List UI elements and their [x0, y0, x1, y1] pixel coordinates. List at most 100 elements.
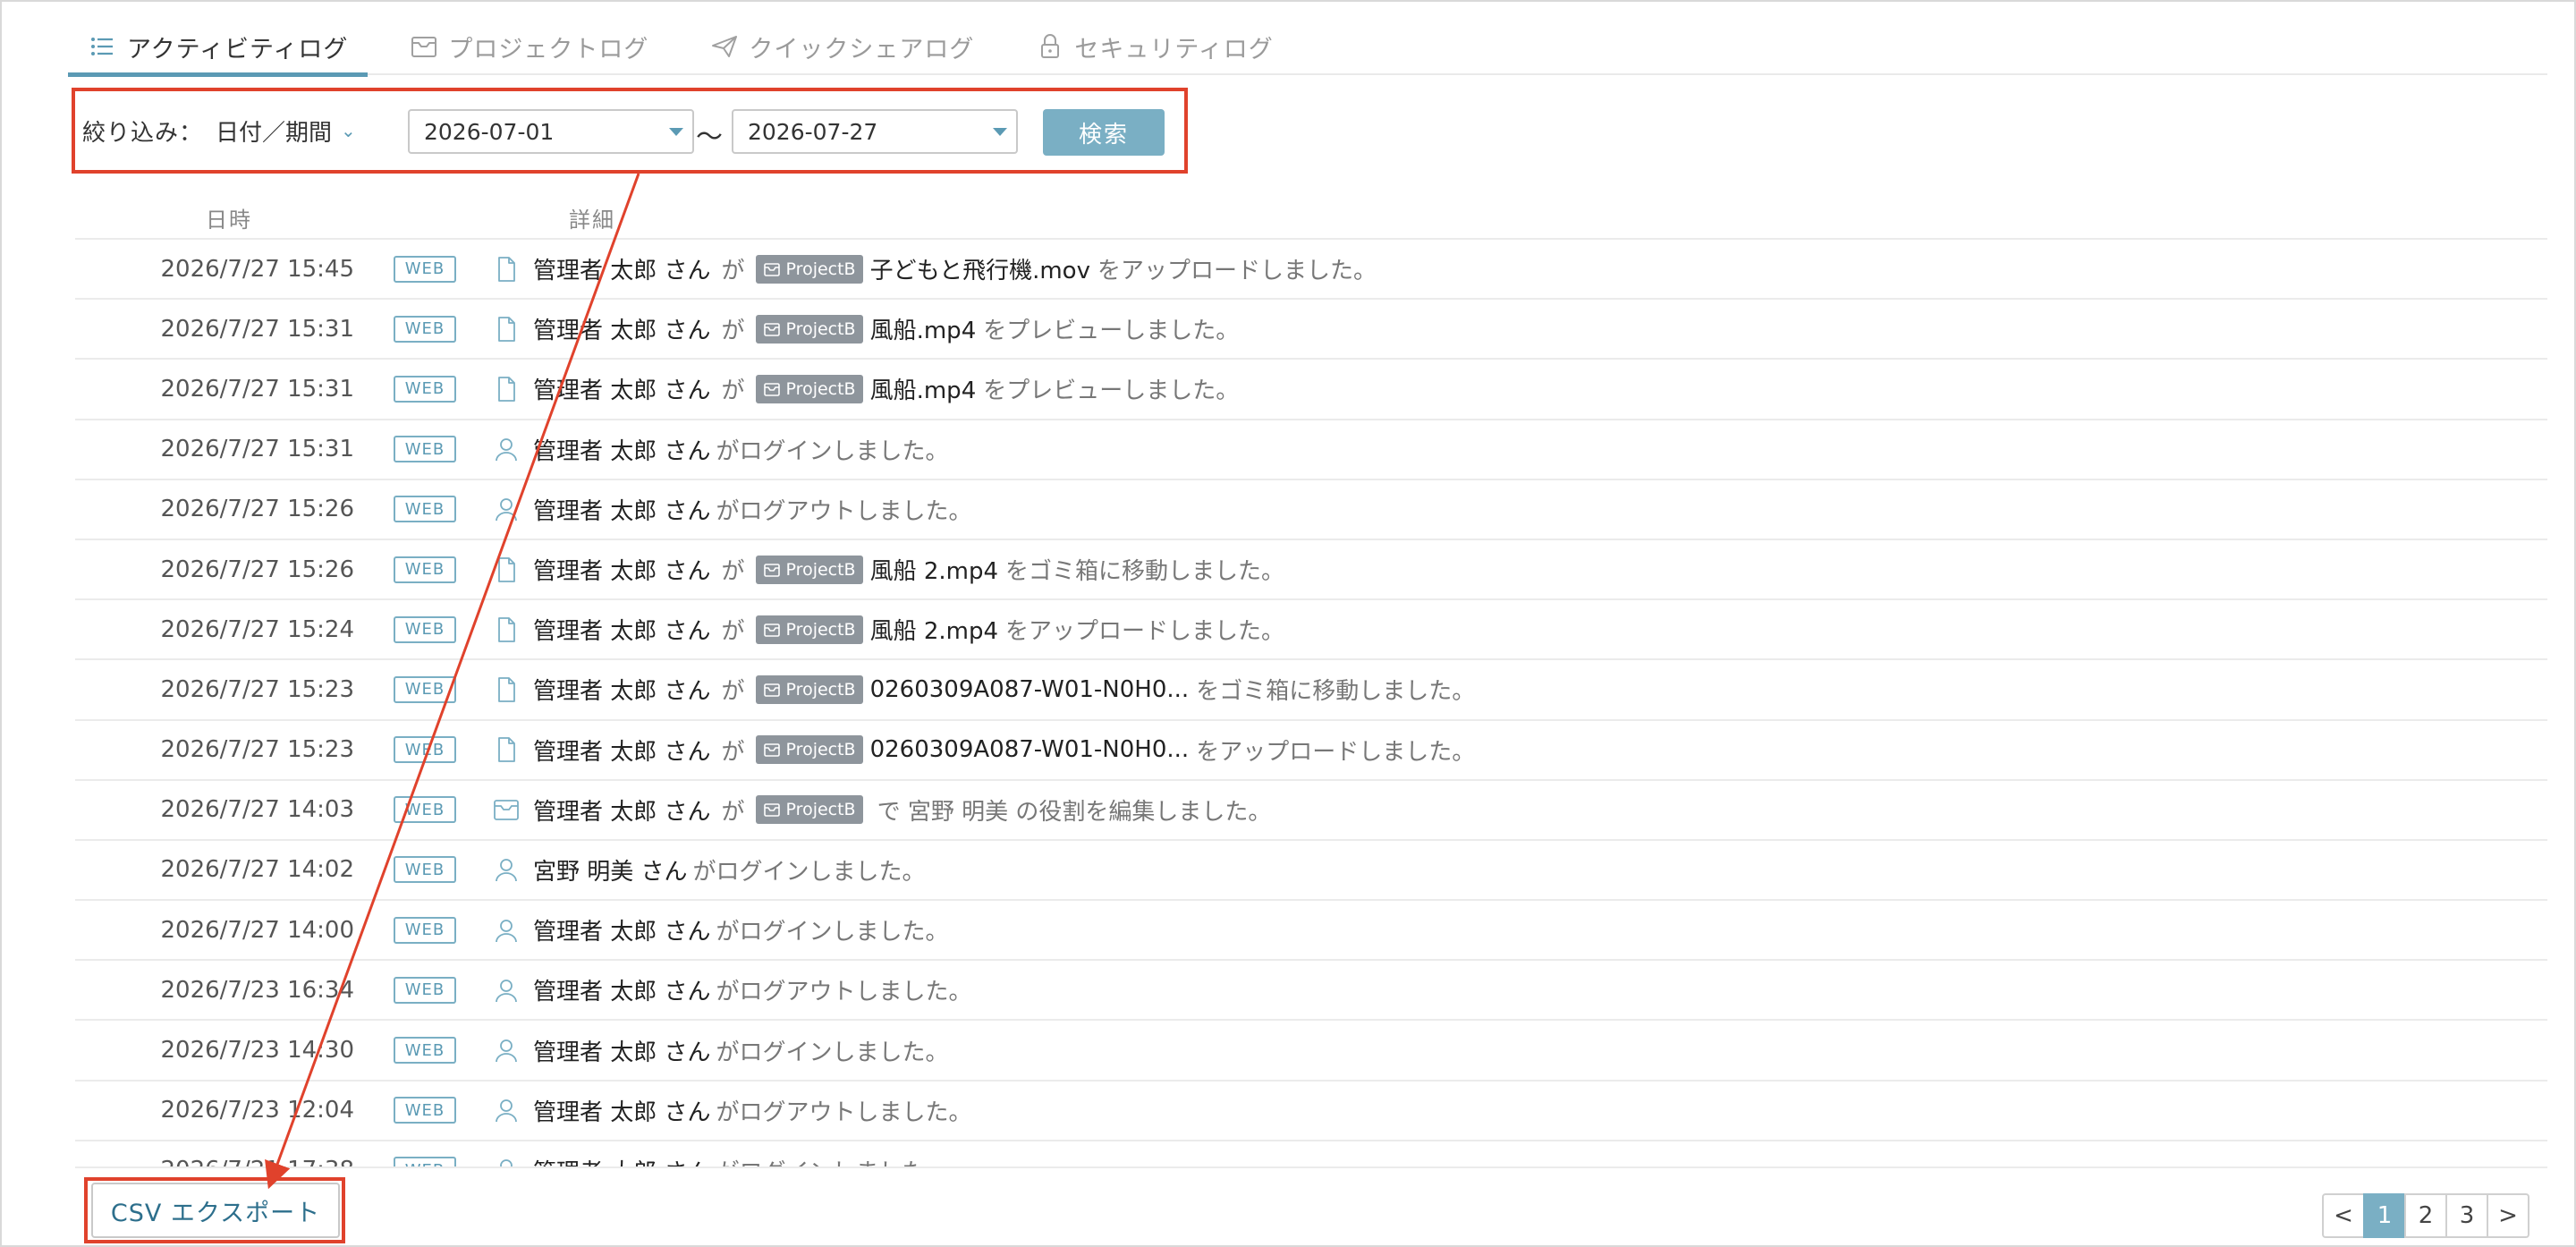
row-datetime: 2026/7/27 14:00 [160, 916, 354, 944]
row-action: をゴミ箱に移動しました。 [1196, 678, 1476, 706]
file-icon [492, 615, 521, 644]
row-particle: が [721, 798, 745, 826]
file-icon [492, 675, 521, 704]
user-icon [492, 435, 521, 463]
project-icon [492, 795, 521, 824]
pagination-page-3[interactable]: 3 [2445, 1193, 2488, 1238]
table-row: 2026/7/27 14:00 WEB 管理者 太郎 さん がログインしました。 [75, 899, 2547, 959]
table-row: 2026/7/27 15:31 WEB 管理者 太郎 さんが ProjectB 風船.m… [75, 358, 2547, 418]
row-file-name: 0260309A087-W01-N0H0... [869, 675, 1190, 703]
row-datetime: 2026/7/27 15:31 [160, 375, 354, 403]
row-detail: 管理者 太郎 さんが ProjectB 風船 2.mp4 をゴミ箱に移動しました。 [533, 553, 1284, 586]
pagination-next[interactable]: > [2487, 1193, 2529, 1238]
project-badge: ProjectB [755, 555, 863, 584]
row-particle: が [721, 377, 745, 405]
source-badge: WEB [394, 675, 456, 703]
annotation-box-filter [72, 88, 1188, 174]
user-icon [492, 916, 521, 945]
table-row: 2026/7/23 16:34 WEB 管理者 太郎 さん がログアウトしました。 [75, 959, 2547, 1019]
row-user: 管理者 太郎 さん [533, 979, 711, 1006]
project-badge-label: ProjectB [785, 259, 856, 279]
row-user: 管理者 太郎 さん [533, 738, 711, 766]
row-detail: 管理者 太郎 さん がログアウトしました。 [533, 1094, 972, 1127]
column-header-detail: 詳細 [569, 208, 615, 233]
row-particle: が [721, 618, 745, 646]
row-detail: 管理者 太郎 さん がログアウトしました。 [533, 973, 972, 1006]
row-particle: が [721, 558, 745, 586]
tab-label: プロジェクトログ [448, 35, 649, 64]
row-file-name: 風船 2.mp4 [869, 558, 999, 586]
row-detail: 管理者 太郎 さんがログインしました。 [533, 433, 949, 466]
row-user: 管理者 太郎 さん [533, 919, 711, 946]
project-icon [763, 262, 780, 276]
row-datetime: 2026/7/23 16:34 [160, 976, 354, 1004]
source-badge: WEB [394, 916, 456, 944]
source-badge: WEB [394, 496, 456, 523]
row-user: 管理者 太郎 さん [533, 1039, 711, 1066]
send-icon [709, 31, 740, 62]
row-user: 管理者 太郎 さん [533, 497, 711, 525]
tab-activity-log[interactable]: アクティビティログ [68, 20, 369, 77]
table-row: 2026/7/27 15:31 WEB 管理者 太郎 さんが ProjectB 風船.m… [75, 298, 2547, 358]
annotation-box-csv [84, 1177, 345, 1243]
table-row: 2026/7/27 14:02 WEB 宮野 明美 さん がログインしました。 [75, 838, 2547, 899]
tab-project-log[interactable]: プロジェクトログ [389, 20, 668, 73]
project-badge: ProjectB [755, 615, 863, 644]
pagination-page-1[interactable]: 1 [2363, 1193, 2406, 1238]
row-file-name: 風船.mp4 [869, 377, 977, 405]
row-action: をアップロードしました。 [1196, 738, 1476, 766]
user-icon [492, 495, 521, 523]
table-row: 2026/7/27 15:24 WEB 管理者 太郎 さんが ProjectB 風船 2… [75, 598, 2547, 658]
file-icon [492, 315, 521, 344]
source-badge: WEB [394, 315, 456, 343]
row-user: 管理者 太郎 さん [533, 558, 711, 586]
row-action: をゴミ箱に移動しました。 [1005, 558, 1285, 586]
source-badge: WEB [394, 255, 456, 283]
row-datetime: 2026/7/23 12:04 [160, 1097, 354, 1124]
source-badge: WEB [394, 856, 456, 884]
row-user: 管理者 太郎 さん [533, 437, 711, 465]
tab-label: アクティビティログ [127, 35, 349, 64]
file-icon [492, 375, 521, 403]
row-particle: が [721, 678, 745, 706]
tab-label: セキュリティログ [1074, 35, 1274, 64]
project-badge: ProjectB [755, 735, 863, 765]
source-badge: WEB [394, 436, 456, 463]
source-badge: WEB [394, 1097, 456, 1124]
project-icon [409, 31, 439, 62]
divider [75, 1166, 2547, 1168]
table-row: 2026/7/27 15:26 WEB 管理者 太郎 さん がログアウトしました。 [75, 478, 2547, 539]
pagination-page-2[interactable]: 2 [2404, 1193, 2447, 1238]
row-user: 管理者 太郎 さん [533, 377, 711, 405]
row-action: がログアウトしました。 [716, 979, 972, 1006]
row-detail: 管理者 太郎 さんが ProjectB で 宮野 明美 の役割を編集しました。 [533, 793, 1271, 827]
log-tabs: アクティビティログ プロジェクトログ クイックシェアログ セキュリティログ [68, 20, 2547, 77]
table-row: 2026/7/21 17:38WEB管理者 太郎 さんがログインしました。 [75, 1139, 2547, 1168]
row-detail: 管理者 太郎 さんがログインしました。 [533, 913, 949, 946]
project-icon [763, 383, 780, 396]
project-icon [763, 623, 780, 637]
row-action: がログインしました。 [716, 1039, 949, 1066]
row-action: をプレビューしました。 [983, 318, 1240, 345]
project-badge-label: ProjectB [785, 679, 856, 700]
table-row: 2026/7/27 14:03 WEB 管理者 太郎 さんが ProjectB で 宮野… [75, 778, 2547, 839]
row-user: 管理者 太郎 さん [533, 258, 711, 285]
source-badge: WEB [394, 556, 456, 583]
project-badge: ProjectB [755, 314, 863, 344]
row-datetime: 2026/7/27 15:26 [160, 556, 354, 583]
pagination-prev[interactable]: < [2322, 1193, 2365, 1238]
tab-security-log[interactable]: セキュリティログ [1015, 20, 1292, 73]
tab-quickshare-log[interactable]: クイックシェアログ [690, 20, 994, 73]
row-detail: 管理者 太郎 さん がログアウトしました。 [533, 493, 972, 526]
row-datetime: 2026/7/27 15:24 [160, 615, 354, 643]
row-action: で 宮野 明美 の役割を編集しました。 [877, 798, 1272, 826]
row-datetime: 2026/7/27 15:23 [160, 736, 354, 764]
row-user: 宮野 明美 さん [533, 858, 688, 886]
project-badge-label: ProjectB [785, 619, 856, 640]
project-icon [763, 322, 780, 336]
row-particle: が [721, 318, 745, 345]
pagination: < 1 2 3 > [2322, 1193, 2529, 1238]
project-badge: ProjectB [755, 674, 863, 704]
row-action: がログアウトしました。 [716, 1099, 972, 1126]
row-action: がログアウトしました。 [716, 497, 972, 525]
